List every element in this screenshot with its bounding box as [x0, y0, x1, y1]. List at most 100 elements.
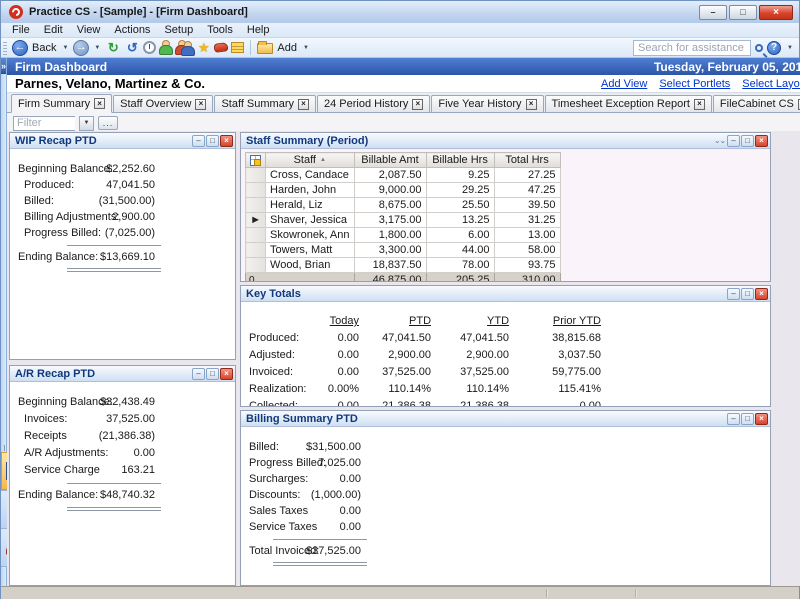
row-selector[interactable]: [246, 168, 266, 183]
add-button[interactable]: Add: [277, 42, 297, 54]
menu-help[interactable]: Help: [240, 24, 277, 36]
table-row-selected[interactable]: ► Shaver, Jessica 3,175.00 13.25 31.25: [246, 213, 561, 228]
nav-expand-button[interactable]: »: [1, 58, 6, 74]
notes-icon[interactable]: [231, 42, 244, 53]
panel-close-button[interactable]: ×: [755, 288, 768, 300]
tab-close-icon[interactable]: ×: [195, 99, 206, 110]
panel-close-button[interactable]: ×: [755, 135, 768, 147]
tab-close-icon[interactable]: ×: [526, 99, 537, 110]
table-row[interactable]: Wood, Brian 18,837.50 78.00 93.75: [246, 258, 561, 273]
panel-maximize-button[interactable]: □: [741, 288, 754, 300]
tab-close-icon[interactable]: ×: [412, 99, 423, 110]
current-row-pointer-icon[interactable]: ►: [246, 213, 266, 228]
toolbar-grip[interactable]: [3, 41, 7, 55]
col-header-billable-amt[interactable]: Billable Amt: [354, 153, 426, 168]
select-portlets-link[interactable]: Select Portlets: [659, 78, 730, 90]
search-icon[interactable]: [755, 44, 763, 52]
staff-panel-header[interactable]: Staff Summary (Period) ⌄⌄ – □ ×: [241, 133, 770, 149]
menu-actions[interactable]: Actions: [107, 24, 157, 36]
back-icon[interactable]: ←: [12, 40, 28, 56]
search-input[interactable]: [633, 40, 751, 56]
add-view-link[interactable]: Add View: [601, 78, 647, 90]
filter-dropdown-icon[interactable]: ▼: [79, 116, 94, 131]
tab-timesheet-exception-report[interactable]: Timesheet Exception Report ×: [545, 95, 712, 112]
billing-panel-header[interactable]: Billing Summary PTD – □ ×: [241, 411, 770, 427]
menu-setup[interactable]: Setup: [157, 24, 200, 36]
title-bar[interactable]: Practice CS - [Sample] - [Firm Dashboard…: [1, 1, 799, 23]
wip-panel-header[interactable]: WIP Recap PTD – □ ×: [10, 133, 235, 149]
col-header-staff[interactable]: Staff▲: [266, 153, 355, 168]
back-dropdown-icon[interactable]: ▼: [62, 45, 68, 51]
table-row[interactable]: Skowronek, Ann 1,800.00 6.00 13.00: [246, 228, 561, 243]
tab-staff-summary[interactable]: Staff Summary ×: [214, 95, 316, 112]
panel-close-button[interactable]: ×: [220, 368, 233, 380]
forward-icon[interactable]: →: [73, 40, 89, 56]
window-title: Practice CS - [Sample] - [Firm Dashboard…: [29, 6, 248, 18]
panel-collapse-chevron-icon[interactable]: ⌄⌄: [713, 135, 726, 147]
column-chooser-cell[interactable]: [246, 153, 266, 168]
row-selector[interactable]: [246, 198, 266, 213]
panel-maximize-button[interactable]: □: [206, 368, 219, 380]
table-row[interactable]: Cross, Candace 2,087.50 9.25 27.25: [246, 168, 561, 183]
tab-filecabinet-cs[interactable]: FileCabinet CS ×: [713, 95, 800, 112]
close-button[interactable]: ×: [759, 5, 793, 20]
tab-24-period-history[interactable]: 24 Period History ×: [317, 95, 430, 112]
row-value: 2,900.00: [65, 209, 155, 225]
tab-close-icon[interactable]: ×: [94, 98, 105, 109]
add-dropdown-icon[interactable]: ▼: [303, 45, 309, 51]
key-panel-title: Key Totals: [246, 288, 301, 300]
menu-edit[interactable]: Edit: [37, 24, 70, 36]
add-folder-icon[interactable]: [257, 43, 273, 54]
subtotal-rule: [273, 539, 367, 540]
tab-close-icon[interactable]: ×: [298, 99, 309, 110]
panel-minimize-button[interactable]: –: [192, 368, 205, 380]
tab-staff-overview[interactable]: Staff Overview ×: [113, 95, 213, 112]
row-selector[interactable]: [246, 243, 266, 258]
menu-file[interactable]: File: [5, 24, 37, 36]
favorites-star-icon[interactable]: ★: [196, 40, 211, 56]
panel-maximize-button[interactable]: □: [741, 413, 754, 425]
panel-close-button[interactable]: ×: [755, 413, 768, 425]
timesheet-clock-icon[interactable]: [143, 41, 156, 54]
row-value: 0.00: [271, 519, 361, 535]
maximize-button[interactable]: □: [729, 5, 757, 20]
panel-maximize-button[interactable]: □: [741, 135, 754, 147]
table-row[interactable]: Herald, Liz 8,675.00 25.50 39.50: [246, 198, 561, 213]
tab-close-icon[interactable]: ×: [694, 99, 705, 110]
filter-browse-button[interactable]: ...: [98, 116, 118, 130]
minimize-button[interactable]: –: [699, 5, 727, 20]
express-icon[interactable]: [214, 42, 229, 53]
row-selector[interactable]: [246, 228, 266, 243]
panel-minimize-button[interactable]: –: [727, 288, 740, 300]
help-dropdown-icon[interactable]: ▼: [787, 45, 793, 51]
key-row-label: Invoiced:: [241, 364, 321, 381]
col-header-total-hrs[interactable]: Total Hrs: [494, 153, 560, 168]
back-button[interactable]: Back: [32, 42, 56, 54]
tab-firm-summary[interactable]: Firm Summary ×: [11, 94, 112, 113]
table-row[interactable]: Towers, Matt 3,300.00 44.00 58.00: [246, 243, 561, 258]
key-value: 110.14%: [359, 381, 431, 398]
menu-view[interactable]: View: [70, 24, 108, 36]
current-date: Tuesday, February 05, 2013: [654, 60, 800, 74]
staff-icon[interactable]: [159, 40, 172, 55]
panel-minimize-button[interactable]: –: [192, 135, 205, 147]
panel-minimize-button[interactable]: –: [727, 135, 740, 147]
forward-dropdown-icon[interactable]: ▼: [94, 45, 100, 51]
row-selector[interactable]: [246, 183, 266, 198]
table-row[interactable]: Harden, John 9,000.00 29.25 47.25: [246, 183, 561, 198]
row-selector[interactable]: [246, 258, 266, 273]
select-layout-link[interactable]: Select Layout: [742, 78, 800, 90]
col-header-billable-hrs[interactable]: Billable Hrs: [426, 153, 494, 168]
filter-input[interactable]: [13, 116, 75, 131]
undo-icon[interactable]: ↺: [124, 41, 140, 54]
tab-five-year-history[interactable]: Five Year History ×: [431, 95, 543, 112]
key-panel-header[interactable]: Key Totals – □ ×: [241, 286, 770, 302]
panel-minimize-button[interactable]: –: [727, 413, 740, 425]
menu-tools[interactable]: Tools: [200, 24, 240, 36]
ar-panel-header[interactable]: A/R Recap PTD – □ ×: [10, 366, 235, 382]
refresh-icon[interactable]: ↻: [105, 41, 121, 54]
clients-icon[interactable]: [175, 40, 193, 55]
help-icon[interactable]: ?: [767, 41, 781, 55]
panel-maximize-button[interactable]: □: [206, 135, 219, 147]
panel-close-button[interactable]: ×: [220, 135, 233, 147]
